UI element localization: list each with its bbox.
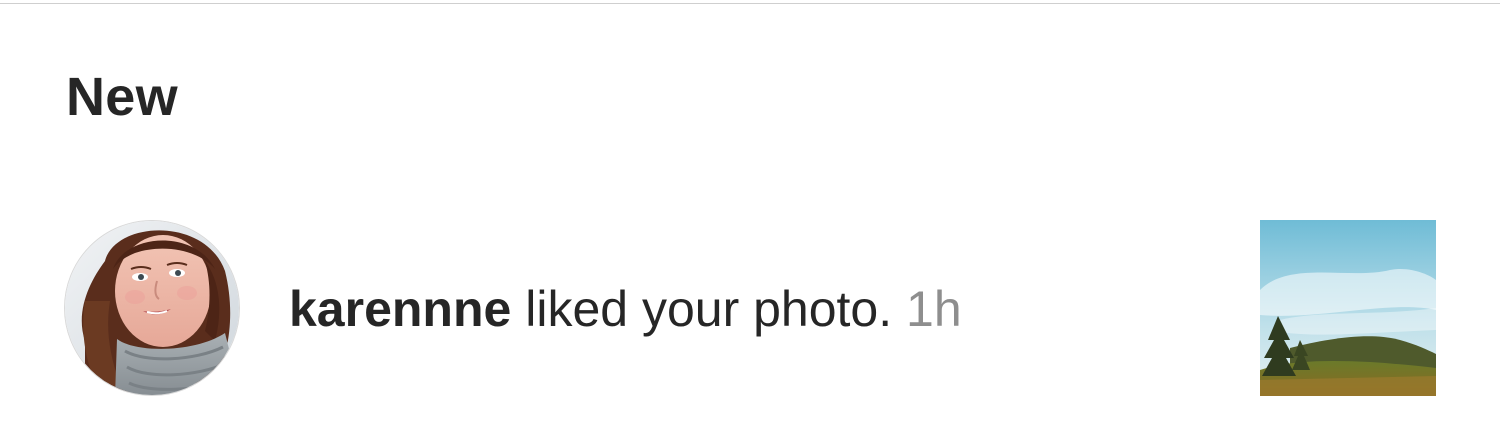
notification-row[interactable]: karennne liked your photo. 1h (0, 220, 1500, 396)
user-avatar[interactable] (64, 220, 240, 396)
notification-text: karennne liked your photo. 1h (289, 278, 962, 340)
top-divider (0, 3, 1500, 4)
notification-action: liked your photo. (525, 281, 893, 337)
landscape-photo-icon (1260, 220, 1436, 396)
post-thumbnail[interactable] (1260, 220, 1436, 396)
section-header-new: New (66, 67, 178, 127)
username-link[interactable]: karennne (289, 281, 511, 337)
avatar-photo-icon (65, 221, 239, 395)
notification-timestamp: 1h (906, 281, 962, 337)
